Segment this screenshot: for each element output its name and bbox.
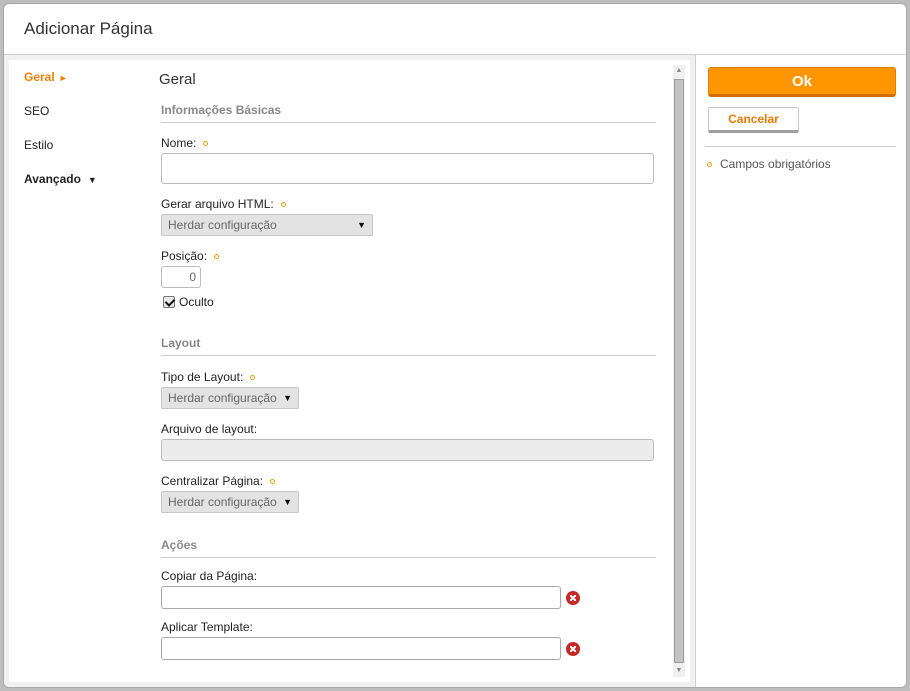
scroll-thumb[interactable] [674, 79, 684, 663]
content-frame: Geral ► SEO Estilo Avançado ▼ Geral Inform… [9, 60, 690, 682]
copy-label-text: Copiar da Página: [161, 569, 258, 583]
nav-item-avancado[interactable]: Avançado ▼ [24, 162, 154, 196]
required-marker-icon [250, 374, 256, 380]
center-page-select[interactable]: Herdar configuração ▼ [161, 491, 299, 513]
apply-template-input[interactable] [161, 637, 561, 660]
required-marker-icon [280, 201, 286, 207]
position-label: Posição: [161, 249, 656, 263]
center-label: Centralizar Página: [161, 474, 656, 488]
vertical-scrollbar[interactable]: ▲ ▼ [673, 65, 685, 677]
template-label-text: Aplicar Template: [161, 620, 253, 634]
name-input[interactable] [161, 153, 654, 184]
nav-item-label: Avançado [24, 172, 81, 186]
dialog-title: Adicionar Página [24, 19, 153, 38]
required-marker-icon [270, 478, 276, 484]
divider [705, 146, 896, 147]
layout-file-input [161, 439, 654, 461]
chevron-down-icon: ▼ [283, 393, 292, 403]
select-value: Herdar configuração [168, 218, 277, 232]
scroll-up-icon[interactable]: ▲ [673, 65, 685, 77]
layout-type-label: Tipo de Layout: [161, 370, 656, 384]
arrow-right-icon: ► [58, 73, 68, 83]
nav-item-geral[interactable]: Geral ► [24, 60, 154, 94]
select-value: Herdar configuração [168, 495, 277, 509]
nav-item-estilo[interactable]: Estilo [24, 128, 154, 162]
hidden-row: Oculto [163, 295, 656, 309]
arrow-down-icon: ▼ [87, 175, 97, 185]
ok-button[interactable]: Ok [708, 67, 896, 97]
center-label-text: Centralizar Página: [161, 474, 264, 488]
html-label: Gerar arquivo HTML: [161, 197, 656, 211]
position-input[interactable]: 0 [161, 266, 201, 288]
hidden-label: Oculto [179, 295, 214, 309]
position-label-text: Posição: [161, 249, 208, 263]
scroll-down-icon[interactable]: ▼ [673, 665, 685, 677]
copy-label: Copiar da Página: [161, 569, 656, 583]
cancel-button[interactable]: Cancelar [708, 107, 799, 133]
required-marker-icon [203, 140, 209, 146]
layout-file-label-text: Arquivo de layout: [161, 422, 258, 436]
group-title-actions: Ações [161, 538, 656, 558]
template-label: Aplicar Template: [161, 620, 656, 634]
left-panel: Geral ► SEO Estilo Avançado ▼ Geral Inform… [4, 55, 695, 687]
clear-circle-icon[interactable] [566, 641, 580, 656]
nav-item-label: SEO [24, 104, 50, 118]
clear-circle-icon[interactable] [566, 590, 580, 605]
section-title: Geral [159, 71, 196, 88]
layout-file-label: Arquivo de layout: [161, 422, 656, 436]
required-legend: Campos obrigatórios [707, 157, 831, 171]
required-legend-text: Campos obrigatórios [720, 157, 831, 171]
nav-item-label: Estilo [24, 138, 54, 152]
nav-item-seo[interactable]: SEO [24, 94, 154, 128]
name-label: Nome: [161, 136, 656, 150]
dialog-header: Adicionar Página [4, 4, 906, 55]
actions-panel: Ok Cancelar Campos obrigatórios [695, 55, 906, 687]
layout-type-select[interactable]: Herdar configuração ▼ [161, 387, 299, 409]
generate-html-select[interactable]: Herdar configuração ▼ [161, 214, 373, 236]
required-marker-icon [707, 161, 712, 167]
template-row [161, 637, 656, 660]
page-form: Geral Informações Básicas Nome: Gerar ar… [159, 60, 656, 660]
group-title-layout: Layout [161, 336, 656, 356]
select-value: Herdar configuração [168, 391, 277, 405]
chevron-down-icon: ▼ [283, 497, 292, 507]
name-label-text: Nome: [161, 136, 197, 150]
required-marker-icon [214, 253, 220, 259]
add-page-dialog: Adicionar Página Geral ► SEO Estilo Avanç… [3, 3, 907, 688]
layout-type-label-text: Tipo de Layout: [161, 370, 244, 384]
nav-item-label: Geral [24, 70, 55, 84]
section-nav: Geral ► SEO Estilo Avançado ▼ [24, 60, 154, 196]
copy-row [161, 586, 656, 609]
chevron-down-icon: ▼ [357, 220, 366, 230]
hidden-checkbox[interactable] [163, 296, 175, 308]
copy-page-input[interactable] [161, 586, 561, 609]
group-title-basic: Informações Básicas [161, 103, 656, 123]
dialog-body: Geral ► SEO Estilo Avançado ▼ Geral Inform… [4, 55, 906, 687]
html-label-text: Gerar arquivo HTML: [161, 197, 274, 211]
